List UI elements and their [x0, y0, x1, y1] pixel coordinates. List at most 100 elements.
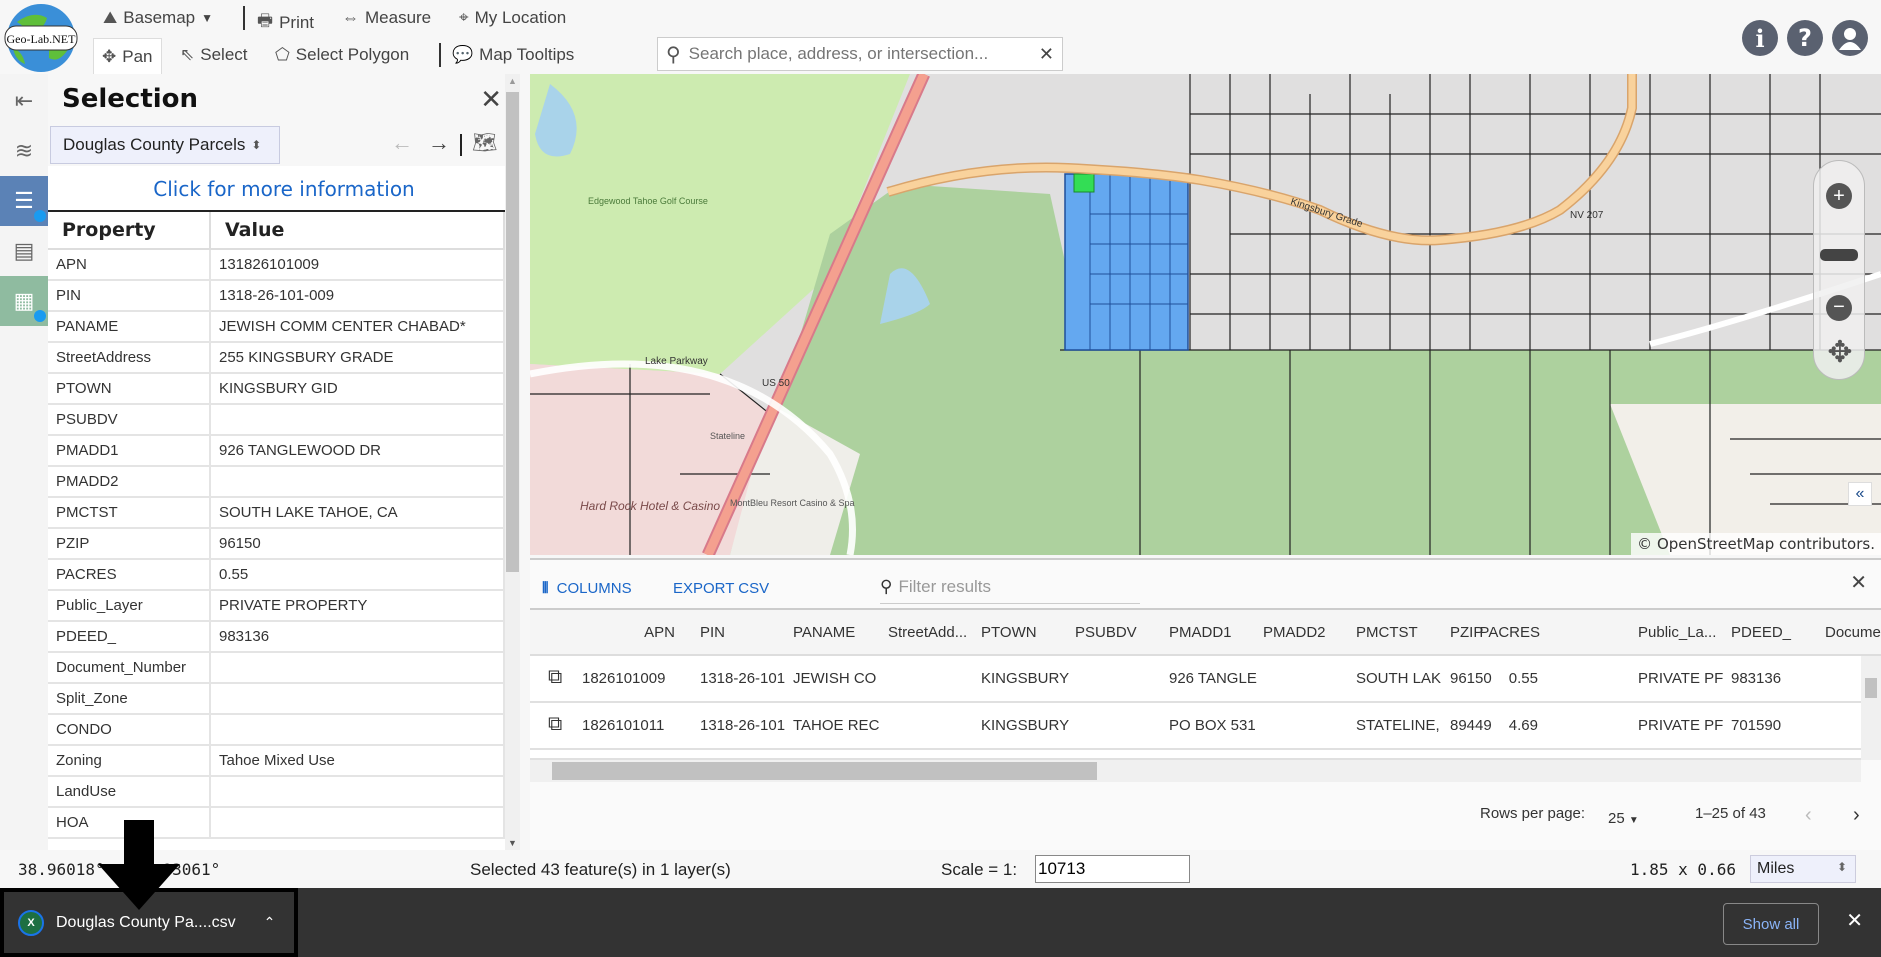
previous-arrow-icon[interactable]: ←: [391, 130, 413, 156]
show-all-button[interactable]: Show all: [1723, 903, 1819, 945]
property-row: PSUBDV: [48, 404, 505, 436]
column-header[interactable]: PACRES: [1467, 624, 1540, 641]
map-label-montbleu: MontBleu Resort Casino & Spa: [730, 498, 855, 508]
export-csv-button[interactable]: EXPORT CSV: [673, 580, 769, 597]
column-header[interactable]: PDEED_: [1731, 624, 1821, 641]
layer-select[interactable]: Douglas County Parcels ⬍: [50, 126, 280, 164]
scale-input[interactable]: [1035, 855, 1190, 883]
column-header[interactable]: PTOWN: [981, 624, 1071, 641]
map-view[interactable]: Kingsbury Grade NV 207 US 50 Lake Parkwa…: [530, 74, 1881, 555]
close-icon[interactable]: ✕: [480, 84, 502, 115]
selection-list-icon[interactable]: ☰: [0, 176, 48, 226]
next-page-icon[interactable]: ›: [1853, 804, 1860, 827]
select-button[interactable]: ⇖ Select: [180, 45, 248, 65]
chevron-up-icon[interactable]: ⌃: [264, 914, 276, 931]
search-input[interactable]: [688, 44, 1031, 64]
property-name: APN: [48, 249, 211, 281]
svg-text:Geo-Lab.NET: Geo-Lab.NET: [7, 32, 77, 46]
close-download-bar-icon[interactable]: ✕: [1846, 908, 1863, 933]
horizontal-scrollbar[interactable]: [530, 760, 1861, 782]
columns-button[interactable]: ⦀ COLUMNS: [542, 580, 632, 597]
basemap-button[interactable]: ⛰ Basemap ▼: [103, 8, 213, 28]
column-header[interactable]: StreetAdd...: [888, 624, 978, 641]
close-results-icon[interactable]: ✕: [1850, 570, 1867, 595]
column-header[interactable]: PMADD2: [1263, 624, 1353, 641]
table-cell: 983136: [1731, 670, 1782, 687]
zoom-out-button[interactable]: −: [1826, 295, 1852, 321]
table-row[interactable]: ⧉ 1826101009 1318-26-101 JEWISH CO KINGSBURY…: [530, 656, 1861, 703]
pan-button[interactable]: ✥ Pan: [93, 38, 162, 74]
property-value: Tahoe Mixed Use: [210, 745, 505, 777]
column-header[interactable]: PANAME: [793, 624, 883, 641]
units-select[interactable]: Miles ⬍: [1750, 855, 1856, 883]
map-attribution: © OpenStreetMap contributors.: [1631, 533, 1881, 555]
clear-search-icon[interactable]: ✕: [1039, 44, 1054, 65]
next-arrow-icon[interactable]: →: [428, 130, 450, 156]
column-header[interactable]: PSUBDV: [1075, 624, 1165, 641]
property-name: Document_Number: [48, 652, 211, 684]
expand-overview-button[interactable]: «: [1848, 482, 1872, 506]
table-cell: 1318-26-101: [700, 717, 786, 734]
open-external-icon[interactable]: ⧉: [548, 713, 562, 736]
legend-icon[interactable]: ▤: [0, 226, 48, 276]
collapse-panel-icon[interactable]: ⇤: [0, 76, 48, 126]
property-row: PANAME JEWISH COMM CENTER CHABAD*: [48, 311, 505, 343]
column-header[interactable]: APN: [611, 624, 675, 641]
column-header[interactable]: Docume: [1825, 624, 1881, 641]
prev-page-icon[interactable]: ‹: [1805, 804, 1812, 827]
table-cell: KINGSBURY: [981, 717, 1069, 734]
zoom-in-button[interactable]: +: [1826, 183, 1852, 209]
divider: [439, 43, 441, 67]
print-button[interactable]: 🖶 Print: [257, 8, 314, 37]
table-row[interactable]: ⧉ 1826101011 1318-26-101 TAHOE REC KINGSBURY…: [530, 703, 1861, 750]
rows-per-page-label: Rows per page:: [1480, 805, 1586, 822]
more-info-link[interactable]: Click for more information: [48, 166, 520, 212]
badge-dot: [34, 310, 46, 322]
printer-icon: 🖶: [257, 11, 274, 30]
table-cell: 701590: [1731, 717, 1782, 734]
help-icon[interactable]: ?: [1787, 20, 1823, 56]
map-label-us50: US 50: [762, 378, 790, 389]
divider: [243, 6, 245, 30]
table-icon[interactable]: ▦: [0, 276, 48, 326]
property-value: 96150: [210, 528, 505, 560]
map-tooltips-button[interactable]: 💬 Map Tooltips: [452, 45, 574, 65]
vertical-scrollbar[interactable]: [1861, 656, 1881, 760]
my-location-button[interactable]: ⌖ My Location: [459, 8, 566, 28]
layers-icon[interactable]: ≋: [0, 126, 48, 176]
ruler-icon: ⇔: [342, 8, 359, 27]
rows-per-page-select[interactable]: 25 ▼: [1608, 810, 1639, 827]
column-header[interactable]: PIN: [700, 624, 790, 641]
pan-arrows-icon[interactable]: ✥: [1818, 331, 1862, 375]
annotation-arrow: [98, 820, 180, 910]
filter-box[interactable]: ⚲ Filter results: [880, 570, 1140, 604]
info-icon[interactable]: i: [1742, 20, 1778, 56]
comment-icon: 💬: [452, 45, 474, 64]
column-header[interactable]: PMADD1: [1169, 624, 1259, 641]
panel-scrollbar[interactable]: ▲ ▼: [505, 74, 520, 850]
zoom-to-map-icon[interactable]: 🗺: [472, 130, 497, 155]
property-name: PZIP: [48, 528, 211, 560]
property-row: PMCTST SOUTH LAKE TAHOE, CA: [48, 497, 505, 529]
property-name: Split_Zone: [48, 683, 211, 715]
property-row: Document_Number: [48, 652, 505, 684]
property-value: [210, 714, 505, 746]
column-header[interactable]: Public_La...: [1638, 624, 1728, 641]
table-cell: STATELINE,: [1356, 717, 1440, 734]
map-label-lake: Lake Parkway: [645, 356, 708, 367]
column-header[interactable]: PMCTST: [1356, 624, 1446, 641]
property-value: [210, 404, 505, 436]
property-row: PMADD1 926 TANGLEWOOD DR: [48, 435, 505, 467]
property-value: 926 TANGLEWOOD DR: [210, 435, 505, 467]
table-cell: 4.69: [1508, 717, 1538, 734]
polygon-icon: ⬠: [275, 45, 290, 64]
property-name: PDEED_: [48, 621, 211, 653]
col-value: Value: [210, 212, 505, 250]
select-polygon-button[interactable]: ⬠ Select Polygon: [275, 45, 409, 65]
zoom-slider-handle[interactable]: [1820, 249, 1858, 261]
user-icon[interactable]: [1832, 20, 1868, 56]
property-row: APN 131826101009: [48, 249, 505, 281]
measure-button[interactable]: ⇔ Measure: [342, 8, 431, 28]
sort-icon: ⬍: [1836, 860, 1847, 874]
open-external-icon[interactable]: ⧉: [548, 666, 562, 689]
